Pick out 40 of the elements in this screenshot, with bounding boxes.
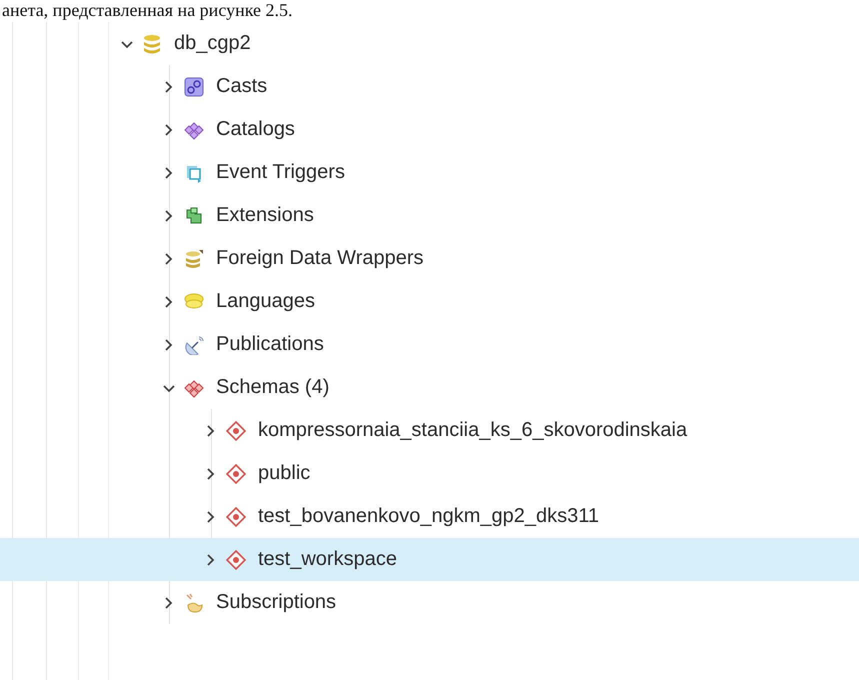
tree-item[interactable]: Publications: [0, 323, 859, 366]
chevron-icon[interactable]: [163, 252, 175, 264]
cast-icon: [184, 76, 204, 96]
tree-item[interactable]: Subscriptions: [0, 581, 859, 624]
tree-item[interactable]: db_cgp2: [0, 22, 859, 65]
chevron-icon[interactable]: [163, 166, 175, 178]
tree-item[interactable]: Catalogs: [0, 108, 859, 151]
diamond-cluster-icon: [184, 120, 204, 140]
chevron-icon[interactable]: [163, 124, 175, 136]
chevron-icon[interactable]: [205, 554, 217, 566]
satellite-dish-icon: [184, 334, 204, 354]
tree-item[interactable]: Foreign Data Wrappers: [0, 237, 859, 280]
speech-bubble-icon: [184, 292, 204, 312]
chevron-icon[interactable]: [205, 510, 217, 522]
chevron-icon[interactable]: [163, 210, 175, 222]
tree-item[interactable]: test_bovanenkovo_ngkm_gp2_dks311: [0, 495, 859, 538]
tree-item[interactable]: Schemas (4): [0, 366, 859, 409]
chevron-icon[interactable]: [163, 338, 175, 350]
chevron-icon[interactable]: [205, 468, 217, 480]
database-icon: [184, 248, 204, 268]
diamond-icon: [226, 464, 246, 484]
database-icon: [142, 34, 162, 54]
chevron-icon[interactable]: [163, 296, 175, 308]
tree-item[interactable]: kompressornaia_stanciia_ks_6_skovorodinskaia: [0, 409, 859, 452]
chevron-icon[interactable]: [205, 424, 217, 436]
bowl-icon: [184, 592, 204, 612]
tree-item[interactable]: public: [0, 452, 859, 495]
tree-item[interactable]: Languages: [0, 280, 859, 323]
chevron-icon[interactable]: [163, 80, 175, 92]
diamond-icon: [226, 420, 246, 440]
tree-item[interactable]: Extensions: [0, 194, 859, 237]
tree-item[interactable]: test_workspace: [0, 538, 859, 581]
diamond-icon: [226, 506, 246, 526]
diamond-icon: [226, 550, 246, 570]
tree-item[interactable]: Casts: [0, 65, 859, 108]
chevron-icon[interactable]: [163, 596, 175, 608]
document-text: анета, представленная на рисунке 2.5.: [1, 0, 292, 20]
tree-item[interactable]: Event Triggers: [0, 151, 859, 194]
diamond-cluster-icon: [184, 378, 204, 398]
puzzle-icon: [184, 206, 204, 226]
